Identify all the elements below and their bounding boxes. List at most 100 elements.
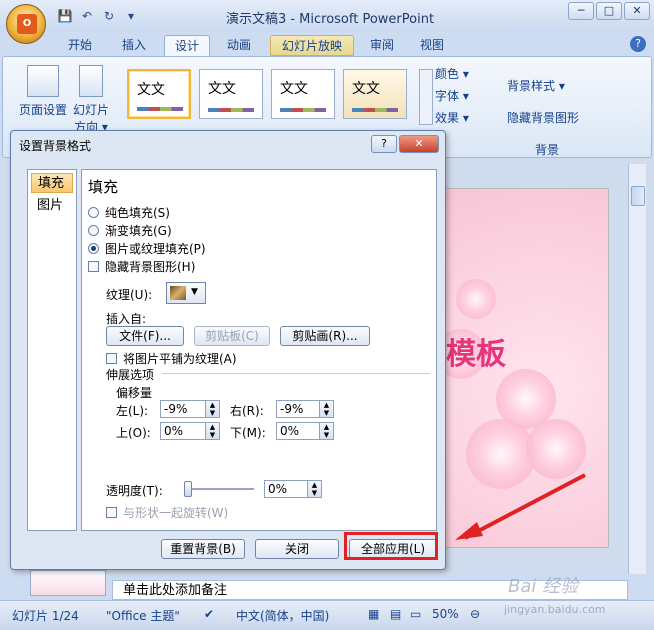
title-bar: 💾 ↶ ↻ ▾ 演示文稿3 - Microsoft PowerPoint ─ □… xyxy=(0,0,654,32)
office-button[interactable]: O xyxy=(6,4,46,44)
transparency-slider[interactable] xyxy=(184,481,254,497)
fonts-button[interactable]: 字体 ▾ xyxy=(435,87,469,104)
theme-color-strip xyxy=(137,107,183,111)
undo-icon[interactable]: ↶ xyxy=(78,8,96,24)
save-icon[interactable]: 💾 xyxy=(56,8,74,24)
page-setup-button[interactable]: 页面设置 xyxy=(17,65,69,118)
spinner-arrows-icon[interactable]: ▲ ▼ xyxy=(205,401,219,417)
tab-design[interactable]: 设计 xyxy=(164,35,210,56)
vertical-scrollbar[interactable] xyxy=(628,164,646,574)
colors-button[interactable]: 颜色 ▾ xyxy=(435,65,469,82)
offset-right-label: 右(R): xyxy=(230,404,264,418)
clipart-button[interactable]: 剪贴画(R)... xyxy=(280,326,370,346)
spinner-arrows-icon[interactable]: ▲ ▼ xyxy=(205,423,219,439)
minimize-button[interactable]: ─ xyxy=(568,2,594,20)
hide-bg-graphics-checkbox[interactable]: 隐藏背景图形(H) xyxy=(88,258,195,275)
tile-texture-checkbox[interactable]: 将图片平铺为纹理(A) xyxy=(106,350,237,367)
offset-left-label: 左(L): xyxy=(116,404,149,418)
slideshow-view-icon[interactable]: ▭ xyxy=(410,607,421,621)
dialog-close-button[interactable]: ✕ xyxy=(399,135,439,153)
bg-styles-button[interactable]: 背景样式 ▾ xyxy=(507,77,565,94)
transparency-value: 0% xyxy=(268,482,288,496)
normal-view-icon[interactable]: ▦ xyxy=(368,607,379,621)
orientation-button[interactable]: 幻灯片 方向 ▾ xyxy=(71,65,111,135)
theme-color-strip xyxy=(352,108,398,112)
radio-selected-icon xyxy=(88,243,99,254)
window-title: 演示文稿3 - Microsoft PowerPoint xyxy=(225,12,435,27)
panel-heading: 填充 xyxy=(88,178,119,196)
nav-picture[interactable]: 图片 xyxy=(31,196,73,216)
transparency-spinner[interactable]: 0% ▲ ▼ xyxy=(264,480,322,498)
offset-top-spinner[interactable]: 0% ▲ ▼ xyxy=(160,422,220,440)
theme-3[interactable]: 文文 xyxy=(271,69,335,119)
tab-slideshow[interactable]: 幻灯片放映 xyxy=(270,35,354,56)
checkbox-icon xyxy=(88,261,99,272)
redo-icon[interactable]: ↻ xyxy=(100,8,118,24)
clipboard-button[interactable]: 剪贴板(C) xyxy=(194,326,270,346)
status-bar: 幻灯片 1/24 "Office 主题" ✔ 中文(简体，中国) ▦ ▤ ▭ 5… xyxy=(0,600,654,630)
themes-gallery: 文文 文文 文文 文文 xyxy=(123,63,433,125)
annotation-arrow xyxy=(455,473,586,540)
scrollbar-thumb[interactable] xyxy=(631,186,645,206)
texture-dropdown[interactable]: ▼ xyxy=(166,282,206,304)
offset-left-spinner[interactable]: -9% ▲ ▼ xyxy=(160,400,220,418)
picture-fill-radio[interactable]: 图片或纹理填充(P) xyxy=(88,240,206,257)
file-button[interactable]: 文件(F)... xyxy=(106,326,184,346)
spellcheck-icon[interactable]: ✔ xyxy=(204,607,214,621)
stretch-options-label: 伸展选项 xyxy=(106,368,155,382)
offset-bottom-spinner[interactable]: 0% ▲ ▼ xyxy=(276,422,334,440)
maximize-button[interactable]: □ xyxy=(596,2,622,20)
annotation-highlight-box xyxy=(344,532,438,560)
offset-right-spinner[interactable]: -9% ▲ ▼ xyxy=(276,400,334,418)
theme-2[interactable]: 文文 xyxy=(199,69,263,119)
tab-insert[interactable]: 插入 xyxy=(110,35,158,56)
theme-office[interactable]: 文文 xyxy=(127,69,191,119)
close-button[interactable]: ✕ xyxy=(624,2,650,20)
effects-button[interactable]: 效果 ▾ xyxy=(435,109,469,126)
reset-background-button[interactable]: 重置背景(B) xyxy=(161,539,245,559)
transparency-label: 透明度(T): xyxy=(106,484,163,498)
hide-bg-checkbox[interactable]: 隐藏背景图形 xyxy=(507,109,579,126)
checkbox-icon xyxy=(106,507,117,518)
quick-access-toolbar: 💾 ↶ ↻ ▾ xyxy=(56,7,140,25)
theme-color-strip xyxy=(280,108,326,112)
dialog-controls: ? ✕ xyxy=(371,135,439,153)
zoom-out-icon[interactable]: ⊖ xyxy=(470,607,480,621)
theme-gallery-scroll[interactable] xyxy=(419,69,433,125)
gradient-fill-radio[interactable]: 渐变填充(G) xyxy=(88,222,172,239)
tab-view[interactable]: 视图 xyxy=(410,35,454,56)
dialog-help-button[interactable]: ? xyxy=(371,135,397,153)
gradient-fill-label: 渐变填充(G) xyxy=(105,224,172,238)
texture-swatch xyxy=(170,286,186,300)
spinner-arrows-icon[interactable]: ▲ ▼ xyxy=(307,481,321,497)
spinner-arrows-icon[interactable]: ▲ ▼ xyxy=(319,401,333,417)
insert-from-label: 插入自: xyxy=(106,312,147,326)
tab-review[interactable]: 审阅 xyxy=(360,35,404,56)
window-controls: ─ □ ✕ xyxy=(568,2,650,20)
offset-label: 偏移量 xyxy=(116,386,153,400)
help-icon[interactable]: ? xyxy=(630,36,646,52)
zoom-level[interactable]: 50% xyxy=(432,607,459,621)
rotate-with-shape-checkbox[interactable]: 与形状一起旋转(W) xyxy=(106,504,228,521)
solid-fill-radio[interactable]: 纯色填充(S) xyxy=(88,204,170,221)
orientation-label-1: 幻灯片 xyxy=(72,103,109,117)
sorter-view-icon[interactable]: ▤ xyxy=(390,607,401,621)
slider-thumb[interactable] xyxy=(184,481,192,497)
close-dialog-button[interactable]: 关闭 xyxy=(255,539,339,559)
slide-thumbnail[interactable] xyxy=(30,570,106,596)
tile-texture-label: 将图片平铺为纹理(A) xyxy=(123,352,237,366)
customize-qat-icon[interactable]: ▾ xyxy=(122,8,140,24)
offset-right-value: -9% xyxy=(280,402,304,416)
spinner-arrows-icon[interactable]: ▲ ▼ xyxy=(319,423,333,439)
theme-4[interactable]: 文文 xyxy=(343,69,407,119)
watermark-url: jingyan.baidu.com xyxy=(504,603,606,616)
theme-label: 文文 xyxy=(208,81,236,97)
theme-label: 文文 xyxy=(352,81,380,97)
tab-home[interactable]: 开始 xyxy=(56,35,104,56)
nav-fill[interactable]: 填充 xyxy=(31,173,73,193)
checkbox-icon xyxy=(106,353,117,364)
offset-bottom-label: 下(M): xyxy=(230,426,266,440)
tab-animation[interactable]: 动画 xyxy=(216,35,262,56)
powerpoint-window: 💾 ↶ ↻ ▾ 演示文稿3 - Microsoft PowerPoint ─ □… xyxy=(0,0,654,630)
theme-color-strip xyxy=(208,108,254,112)
